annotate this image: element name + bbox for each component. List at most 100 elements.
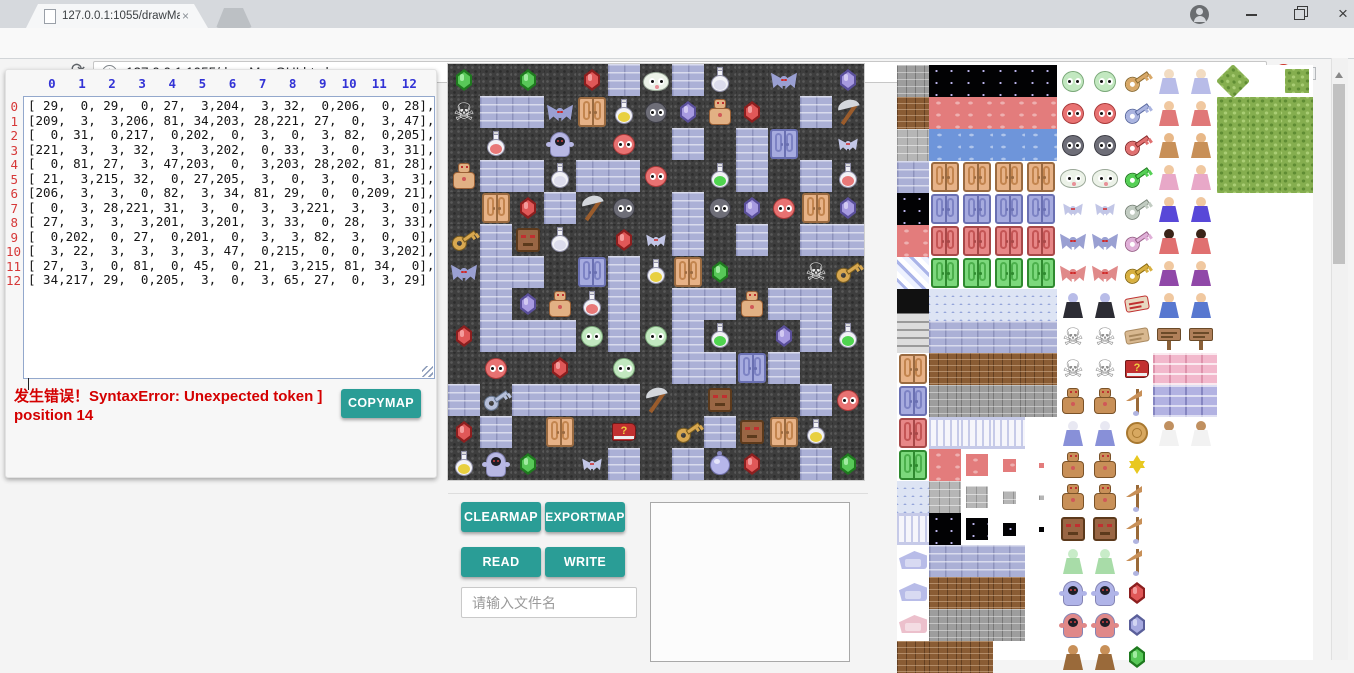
clearmap-button[interactable]: CLEARMAP <box>461 502 541 532</box>
tileset-tile[interactable] <box>961 641 993 673</box>
tileset-tile[interactable] <box>1185 225 1217 257</box>
map-tile[interactable] <box>800 448 832 480</box>
map-tile[interactable] <box>576 288 608 320</box>
map-tile[interactable] <box>672 416 704 448</box>
tileset-tile[interactable] <box>1025 321 1057 353</box>
map-tile[interactable] <box>768 224 800 256</box>
map-tile[interactable] <box>608 448 640 480</box>
tileset-tile[interactable] <box>1057 513 1089 545</box>
map-tile[interactable] <box>448 352 480 384</box>
map-tile[interactable] <box>736 352 768 384</box>
map-tile[interactable] <box>672 96 704 128</box>
tileset-tile[interactable] <box>929 289 961 321</box>
map-tile[interactable] <box>736 384 768 416</box>
tileset-tile[interactable] <box>961 513 993 545</box>
tileset-tile[interactable] <box>1185 193 1217 225</box>
tileset-tile[interactable] <box>1089 577 1121 609</box>
tileset-tile[interactable] <box>1025 129 1057 161</box>
tab-close-icon[interactable]: × <box>182 9 189 23</box>
map-tile[interactable] <box>768 448 800 480</box>
tileset-tile[interactable] <box>897 257 929 289</box>
tileset-tile[interactable] <box>1281 97 1313 129</box>
tileset-tile[interactable] <box>897 353 929 385</box>
tileset-tile[interactable] <box>993 545 1025 577</box>
browser-tab[interactable]: 127.0.0.1:1055/drawMa × <box>26 4 208 28</box>
tileset-tile[interactable] <box>1121 193 1153 225</box>
tileset-tile[interactable] <box>1249 129 1281 161</box>
tileset-tile[interactable] <box>1217 65 1249 97</box>
map-tile[interactable] <box>544 192 576 224</box>
map-tile[interactable] <box>544 384 576 416</box>
map-tile[interactable] <box>576 256 608 288</box>
map-tile[interactable] <box>512 256 544 288</box>
tileset-tile[interactable] <box>1281 161 1313 193</box>
tileset-tile[interactable] <box>1057 481 1089 513</box>
tileset-tile[interactable] <box>1153 161 1185 193</box>
tileset-tile[interactable] <box>929 577 961 609</box>
map-tile[interactable] <box>832 64 864 96</box>
map-canvas[interactable]: ☠☠? <box>448 64 864 480</box>
map-tile[interactable] <box>448 384 480 416</box>
map-tile[interactable] <box>672 128 704 160</box>
tileset-tile[interactable] <box>1185 353 1217 385</box>
map-tile[interactable] <box>832 256 864 288</box>
tileset-tile[interactable] <box>961 97 993 129</box>
map-tile[interactable] <box>800 160 832 192</box>
tileset-tile[interactable] <box>961 417 993 449</box>
map-tile[interactable] <box>672 192 704 224</box>
map-tile[interactable] <box>800 416 832 448</box>
map-tile[interactable] <box>480 352 512 384</box>
tileset-tile[interactable] <box>993 353 1025 385</box>
tileset-tile[interactable] <box>993 65 1025 97</box>
tileset-tile[interactable] <box>897 481 929 513</box>
tileset-tile[interactable] <box>1089 97 1121 129</box>
map-tile[interactable] <box>608 256 640 288</box>
map-tile[interactable] <box>512 352 544 384</box>
tileset-tile[interactable] <box>1057 97 1089 129</box>
tileset-palette[interactable]: ☠☠☠☠? <box>897 65 1313 660</box>
tileset-tile[interactable] <box>897 289 929 321</box>
map-tile[interactable] <box>704 384 736 416</box>
map-tile[interactable] <box>800 128 832 160</box>
map-tile[interactable] <box>800 96 832 128</box>
map-tile[interactable] <box>640 224 672 256</box>
map-tile[interactable] <box>736 288 768 320</box>
tileset-tile[interactable] <box>1217 97 1249 129</box>
map-tile[interactable] <box>640 128 672 160</box>
map-tile[interactable] <box>704 320 736 352</box>
map-tile[interactable] <box>448 64 480 96</box>
map-tile[interactable] <box>672 320 704 352</box>
map-tile[interactable] <box>448 192 480 224</box>
map-tile[interactable] <box>800 64 832 96</box>
tileset-tile[interactable] <box>897 577 929 609</box>
map-tile[interactable] <box>544 352 576 384</box>
tileset-tile[interactable] <box>1153 289 1185 321</box>
tileset-tile[interactable] <box>961 385 993 417</box>
tileset-tile[interactable] <box>993 97 1025 129</box>
minimize-button[interactable] <box>1236 0 1266 28</box>
map-tile[interactable] <box>832 320 864 352</box>
tileset-tile[interactable] <box>1057 65 1089 97</box>
map-tile[interactable] <box>736 192 768 224</box>
map-tile[interactable] <box>512 416 544 448</box>
map-tile[interactable] <box>672 352 704 384</box>
tileset-tile[interactable] <box>993 321 1025 353</box>
tileset-tile[interactable] <box>897 385 929 417</box>
tileset-tile[interactable] <box>993 193 1025 225</box>
map-tile[interactable] <box>480 288 512 320</box>
tileset-tile[interactable] <box>1121 385 1153 417</box>
tileset-tile[interactable]: ☠ <box>1089 321 1121 353</box>
map-tile[interactable] <box>640 448 672 480</box>
map-tile[interactable] <box>480 448 512 480</box>
map-tile[interactable] <box>640 256 672 288</box>
tileset-tile[interactable] <box>1185 417 1217 449</box>
tileset-tile[interactable] <box>961 225 993 257</box>
tileset-tile[interactable] <box>1153 97 1185 129</box>
map-tile[interactable] <box>800 352 832 384</box>
tileset-tile[interactable] <box>1057 289 1089 321</box>
tileset-tile[interactable] <box>1025 385 1057 417</box>
map-tile[interactable] <box>672 448 704 480</box>
map-tile[interactable] <box>832 352 864 384</box>
tileset-tile[interactable] <box>929 609 961 641</box>
tileset-tile[interactable] <box>993 289 1025 321</box>
